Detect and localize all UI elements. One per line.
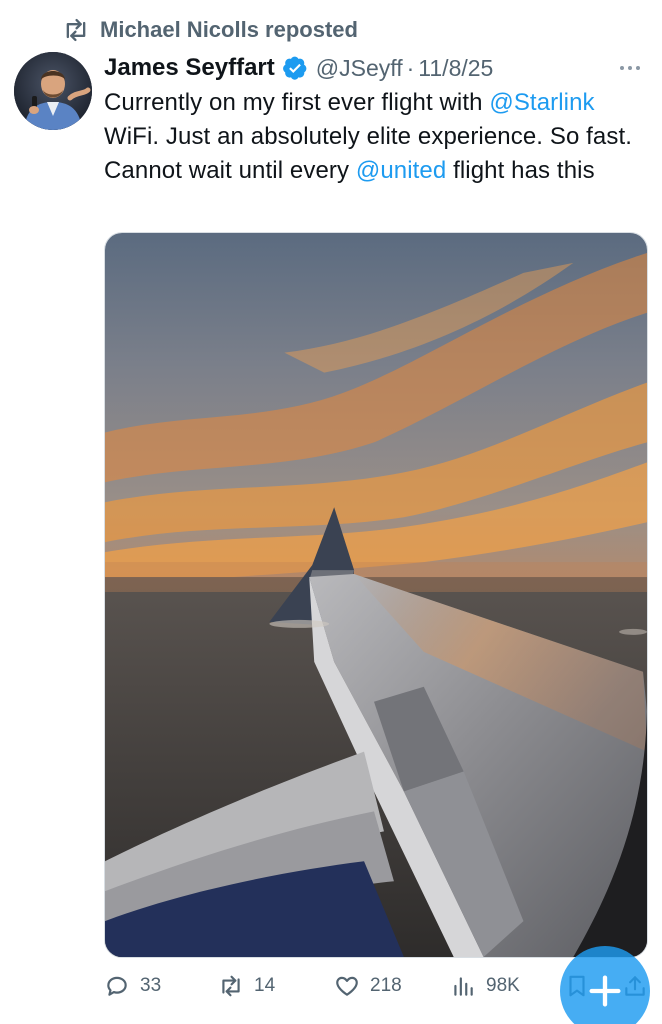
reply-button[interactable]: 33 bbox=[104, 966, 161, 1006]
verified-badge-icon[interactable] bbox=[282, 55, 308, 81]
repost-icon bbox=[222, 975, 240, 997]
tweet-text-segment: flight has this bbox=[446, 157, 595, 184]
mention-starlink[interactable]: @Starlink bbox=[489, 89, 594, 116]
heart-icon bbox=[336, 976, 358, 996]
tweet-text: Currently on my first ever flight with @… bbox=[104, 86, 650, 188]
views-button[interactable]: 98K bbox=[450, 966, 520, 1006]
tweet-text-segment: Currently on my first ever flight with bbox=[104, 89, 490, 116]
compose-post-button[interactable] bbox=[560, 946, 650, 1024]
views-count: 98K bbox=[486, 975, 520, 996]
tweet-header: James Seyffart @JSeyff · 11/8/25 bbox=[104, 50, 650, 86]
repost-count: 14 bbox=[254, 975, 276, 996]
tweet-date[interactable]: 11/8/25 bbox=[418, 55, 493, 82]
reply-count: 33 bbox=[140, 975, 162, 996]
avatar[interactable] bbox=[14, 52, 92, 130]
airplane-wing-sunset-photo bbox=[105, 233, 647, 957]
mention-united[interactable]: @united bbox=[356, 157, 446, 184]
separator-dot: · bbox=[406, 54, 415, 81]
like-button[interactable]: 218 bbox=[334, 966, 402, 1006]
repost-indicator[interactable]: Michael Nicolls reposted bbox=[62, 14, 358, 46]
reply-icon bbox=[107, 976, 127, 996]
avatar-image bbox=[14, 52, 92, 130]
tweet-photo[interactable] bbox=[104, 232, 648, 958]
repost-button[interactable]: 14 bbox=[218, 966, 275, 1006]
repost-icon bbox=[66, 18, 86, 42]
plus-icon bbox=[589, 975, 621, 1007]
repost-label: Michael Nicolls reposted bbox=[100, 17, 358, 42]
author-name[interactable]: James Seyffart bbox=[104, 54, 275, 82]
views-chart-icon bbox=[454, 977, 473, 996]
like-count: 218 bbox=[370, 975, 402, 996]
more-options-icon[interactable] bbox=[616, 56, 644, 80]
author-handle[interactable]: @JSeyff bbox=[316, 55, 403, 82]
